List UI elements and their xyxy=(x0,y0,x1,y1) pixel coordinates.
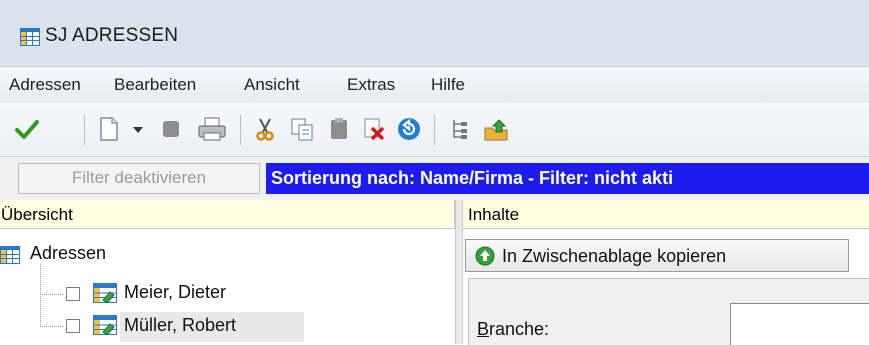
sort-filter-status: Sortierung nach: Name/Firma - Filter: ni… xyxy=(266,163,869,194)
undo-icon[interactable] xyxy=(396,116,422,142)
cut-icon[interactable] xyxy=(252,116,278,142)
print-icon[interactable] xyxy=(196,116,228,142)
toolbar-separator xyxy=(434,115,435,145)
copy-icon[interactable] xyxy=(289,116,315,142)
copy-to-clipboard-button[interactable]: In Zwischenablage kopieren xyxy=(465,239,849,272)
arrow-up-circle-icon xyxy=(475,246,495,266)
tree-item-mueller[interactable]: Müller, Robert xyxy=(124,315,236,336)
menu-hilfe[interactable]: Hilfe xyxy=(431,75,465,95)
contact-card-icon xyxy=(93,283,117,303)
address-tree: Adressen Meier, Dieter Müller, Robert xyxy=(0,230,455,344)
item-checkbox[interactable] xyxy=(66,287,80,301)
stop-icon[interactable] xyxy=(158,116,184,142)
export-icon[interactable] xyxy=(483,116,509,142)
toolbar-separator xyxy=(84,115,85,145)
branche-label-rest: ranche: xyxy=(489,319,550,339)
branche-label: Branche: xyxy=(477,319,549,340)
menu-bar: Adressen Bearbeiten Ansicht Extras Hilfe xyxy=(0,66,869,104)
contact-card-icon xyxy=(93,315,117,335)
overview-header: Übersicht xyxy=(0,200,455,229)
contents-pane: In Zwischenablage kopieren Branche: xyxy=(463,230,869,345)
branche-input[interactable] xyxy=(730,303,869,345)
paste-icon[interactable] xyxy=(326,116,352,142)
menu-bearbeiten[interactable]: Bearbeiten xyxy=(114,75,196,95)
branche-mnemonic: B xyxy=(477,319,490,339)
tree-item-meier[interactable]: Meier, Dieter xyxy=(124,282,226,303)
splitter[interactable] xyxy=(455,200,463,344)
check-icon[interactable] xyxy=(14,116,40,142)
filter-bar: Filter deaktivieren Sortierung nach: Nam… xyxy=(0,157,869,200)
menu-extras[interactable]: Extras xyxy=(347,75,395,95)
detail-form: Branche: xyxy=(468,278,869,345)
contents-header: Inhalte xyxy=(463,200,869,229)
tree-icon[interactable] xyxy=(447,116,473,142)
menu-adressen[interactable]: Adressen xyxy=(9,75,81,95)
new-document-icon[interactable] xyxy=(96,116,122,142)
title-bar: SJ ADRESSEN xyxy=(0,0,869,66)
delete-icon[interactable] xyxy=(361,116,387,142)
item-checkbox[interactable] xyxy=(66,319,80,333)
window-title: SJ ADRESSEN xyxy=(45,25,179,46)
table-icon xyxy=(20,28,40,46)
filter-deactivate-button[interactable]: Filter deaktivieren xyxy=(18,163,260,194)
copy-button-label: In Zwischenablage kopieren xyxy=(502,246,727,266)
menu-ansicht[interactable]: Ansicht xyxy=(244,75,300,95)
toolbar-separator xyxy=(240,115,241,145)
dropdown-arrow-icon[interactable] xyxy=(131,116,145,142)
toolbar xyxy=(0,103,869,157)
